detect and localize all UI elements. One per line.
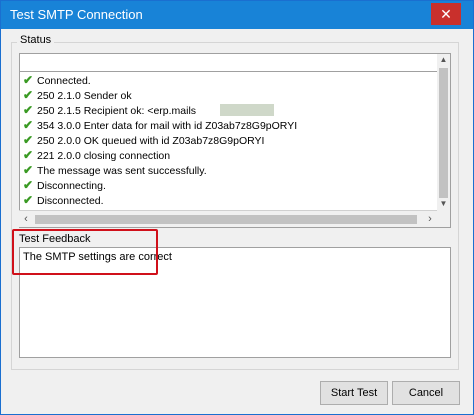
log-top-line: [20, 54, 440, 72]
log-line: ✔ 221 2.0.0 closing connection: [23, 148, 171, 162]
log-line: ✔ Disconnected.: [23, 193, 104, 207]
check-icon: ✔: [23, 163, 34, 177]
status-log[interactable]: ✔ Connected. ✔ 250 2.1.0 Sender ok ✔ 250 2.…: [19, 53, 441, 228]
title-bar: Test SMTP Connection ✕: [1, 1, 473, 29]
log-line: ✔ The message was sent successfully.: [23, 163, 207, 177]
log-line: ✔ 354 3.0.0 Enter data for mail with id Z…: [23, 118, 298, 132]
check-icon: ✔: [23, 118, 34, 132]
check-icon: ✔: [23, 193, 34, 207]
check-icon: ✔: [23, 103, 34, 117]
status-legend: Status: [17, 34, 55, 46]
scroll-left-icon[interactable]: ‹: [19, 211, 33, 227]
horizontal-scroll-thumb[interactable]: [35, 215, 417, 224]
check-icon: ✔: [23, 133, 34, 147]
start-test-button[interactable]: Start Test: [320, 381, 388, 405]
check-icon: ✔: [23, 88, 34, 102]
window-title: Test SMTP Connection: [10, 7, 143, 22]
cancel-button[interactable]: Cancel: [392, 381, 460, 405]
scroll-right-icon[interactable]: ›: [423, 211, 437, 227]
check-icon: ✔: [23, 73, 34, 87]
redacted-region: [220, 104, 274, 116]
vertical-scroll-thumb[interactable]: [439, 68, 448, 198]
log-line: ✔ Connected.: [23, 73, 91, 87]
scroll-down-icon[interactable]: ▼: [437, 199, 450, 208]
highlight-box: [12, 229, 158, 275]
horizontal-scrollbar[interactable]: ‹ ›: [19, 210, 437, 227]
log-line: ✔ 250 2.1.5 Recipient ok: <erp.mails: [23, 103, 197, 117]
log-line: ✔ 250 2.0.0 OK queued with id Z03ab7z8G9p…: [23, 133, 265, 147]
scroll-up-icon[interactable]: ▲: [437, 55, 450, 64]
close-button[interactable]: ✕: [431, 3, 461, 25]
vertical-scrollbar[interactable]: ▲ ▼: [437, 53, 451, 228]
log-line: ✔ Disconnecting.: [23, 178, 106, 192]
check-icon: ✔: [23, 148, 34, 162]
log-line: ✔ 250 2.1.0 Sender ok: [23, 88, 132, 102]
check-icon: ✔: [23, 178, 34, 192]
